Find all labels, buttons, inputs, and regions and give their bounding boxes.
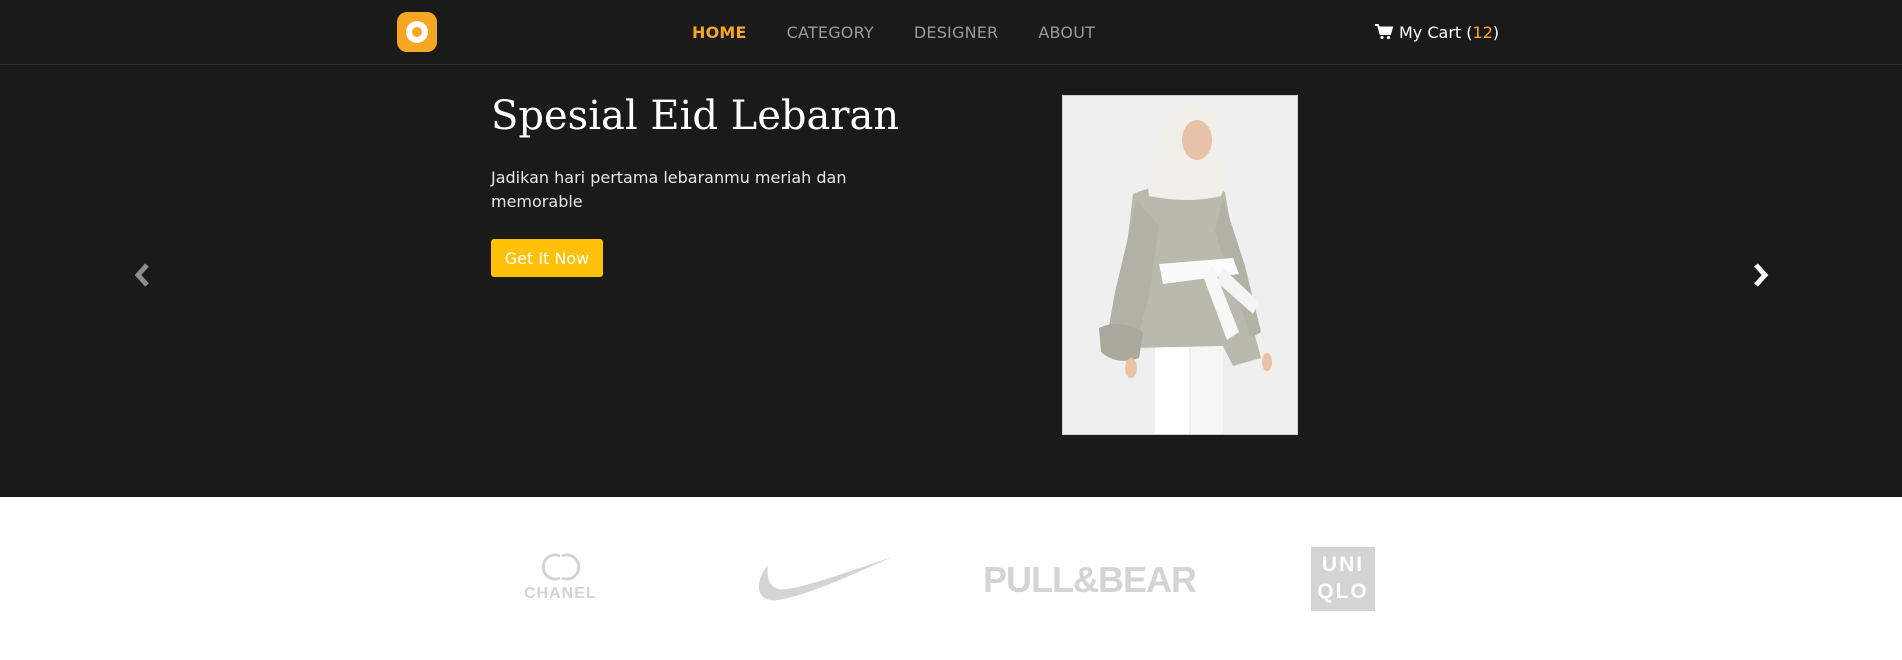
carousel-next-icon[interactable] xyxy=(1748,260,1772,290)
uniqlo-wordmark-line-1: UNI xyxy=(1321,553,1365,576)
cart-label: My Cart ( xyxy=(1399,22,1473,42)
get-it-now-button[interactable]: Get It Now xyxy=(491,239,603,277)
cart-close-paren: ) xyxy=(1492,22,1500,42)
pull-and-bear-logo: PULL&BEAR xyxy=(983,559,1197,600)
brand-logos-strip: CHANEL PULL&BEAR UNI QLO xyxy=(0,497,1902,660)
uniqlo-logo: UNI QLO xyxy=(1311,547,1375,611)
cart-link[interactable]: My Cart (12) xyxy=(1375,0,1499,64)
cart-icon xyxy=(1375,24,1393,40)
hero-title: Spesial Eid Lebaran xyxy=(491,93,900,139)
chanel-logo: CHANEL xyxy=(522,552,600,604)
nav-category[interactable]: CATEGORY xyxy=(787,23,874,42)
main-nav: HOME CATEGORY DESIGNER ABOUT xyxy=(692,0,1135,64)
top-navbar: HOME CATEGORY DESIGNER ABOUT My Cart (12… xyxy=(0,0,1902,65)
nav-home[interactable]: HOME xyxy=(692,23,747,42)
cart-count: 12 xyxy=(1472,22,1493,42)
nav-about[interactable]: ABOUT xyxy=(1038,23,1095,42)
hero-subtitle: Jadikan hari pertama lebaranmu meriah da… xyxy=(491,168,847,211)
hero-product-image xyxy=(1062,95,1298,435)
ring-logo-icon[interactable] xyxy=(397,12,437,52)
uniqlo-wordmark-line-2: QLO xyxy=(1317,580,1369,603)
chanel-wordmark: CHANEL xyxy=(524,585,597,602)
nike-swoosh-logo xyxy=(748,553,894,605)
hero-carousel: Spesial Eid Lebaran Jadikan hari pertama… xyxy=(0,65,1902,497)
carousel-prev-icon[interactable] xyxy=(131,260,155,290)
nav-designer[interactable]: DESIGNER xyxy=(914,23,999,42)
